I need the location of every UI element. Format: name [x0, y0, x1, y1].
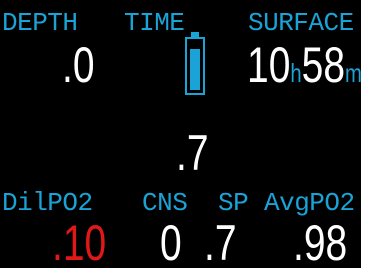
- time-label: TIME: [124, 8, 185, 38]
- center-value: .7: [176, 125, 209, 181]
- dilpo2-value: .10: [52, 215, 107, 268]
- dilpo2-label: DilPO2: [2, 188, 93, 218]
- battery-level: [190, 49, 200, 90]
- dive-computer-screen: DEPTH TIME SURFACE .0 10h58m .7 DilPO2 C…: [0, 0, 361, 268]
- surface-label: SURFACE: [248, 8, 354, 38]
- depth-value: .0: [62, 37, 95, 93]
- avgpo2-value: .98: [293, 215, 348, 268]
- cns-value: 0: [160, 215, 182, 268]
- depth-label: DEPTH: [2, 8, 78, 38]
- sp-label: SP: [218, 188, 249, 218]
- surface-minutes: 58: [301, 37, 346, 93]
- sp-value: .7: [204, 215, 237, 268]
- surface-hours-unit: h: [290, 58, 302, 88]
- cns-label: CNS: [142, 188, 188, 218]
- surface-interval-value: 10h58m: [247, 40, 361, 90]
- battery-body: [185, 37, 205, 95]
- surface-hours: 10: [247, 37, 291, 93]
- avgpo2-label: AvgPO2: [264, 188, 355, 218]
- surface-minutes-unit: m: [345, 58, 361, 88]
- battery-icon: [185, 32, 205, 95]
